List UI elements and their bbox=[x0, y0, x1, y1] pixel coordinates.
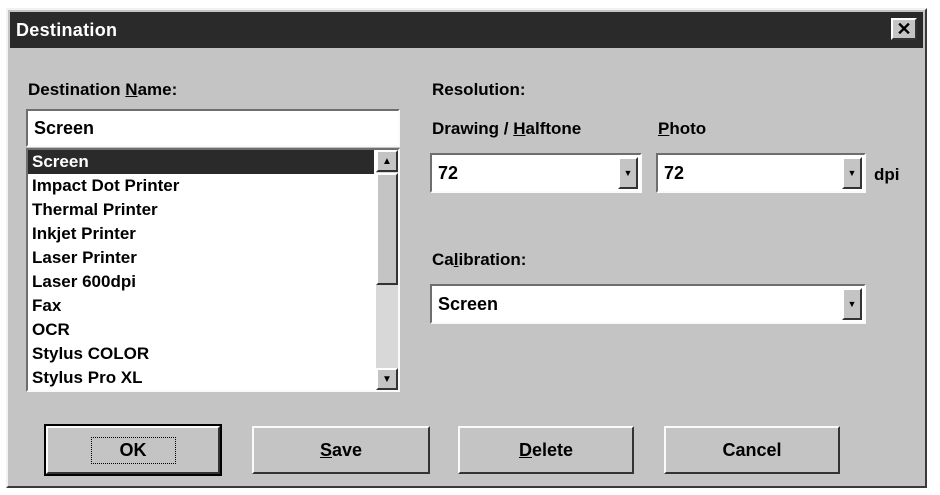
list-item[interactable]: Screen bbox=[28, 150, 374, 174]
list-item[interactable]: Stylus Pro XL bbox=[28, 366, 398, 390]
photo-label-accel: P bbox=[658, 119, 670, 138]
destination-name-input[interactable]: Screen bbox=[26, 109, 400, 147]
delete-button[interactable]: Delete bbox=[458, 426, 634, 474]
chevron-down-icon: ▼ bbox=[847, 168, 857, 178]
destination-list: Screen Impact Dot Printer Thermal Printer I… bbox=[28, 150, 398, 390]
chevron-down-icon: ▼ bbox=[623, 168, 633, 178]
destination-name-label-post: ame: bbox=[137, 80, 178, 99]
drawing-dropdown-button[interactable]: ▼ bbox=[618, 157, 638, 189]
destination-dialog: Destination ✕ Destination Name: Screen S… bbox=[6, 8, 927, 488]
delete-button-label: Delete bbox=[519, 440, 573, 461]
photo-dropdown-button[interactable]: ▼ bbox=[842, 157, 862, 189]
calibration-label-post: ibration: bbox=[458, 250, 527, 269]
drawing-resolution-value: 72 bbox=[438, 163, 459, 183]
drawing-halftone-label: Drawing / Halftone bbox=[432, 119, 581, 139]
photo-label-post: hoto bbox=[669, 119, 707, 138]
arrow-up-icon: ▲ bbox=[382, 155, 392, 167]
photo-resolution-select[interactable]: 72 ▼ bbox=[656, 153, 866, 193]
delete-label-post: elete bbox=[531, 439, 574, 460]
chevron-down-icon: ▼ bbox=[847, 299, 857, 309]
window-title: Destination bbox=[16, 20, 118, 40]
scroll-thumb[interactable] bbox=[376, 173, 398, 285]
dpi-unit-label: dpi bbox=[874, 165, 900, 184]
close-button[interactable]: ✕ bbox=[891, 18, 917, 40]
resolution-label: Resolution: bbox=[432, 80, 526, 99]
calibration-dropdown-button[interactable]: ▼ bbox=[842, 288, 862, 320]
calibration-label-pre: Ca bbox=[432, 250, 454, 269]
list-item[interactable]: Stylus COLOR bbox=[28, 342, 398, 366]
save-label-post: ave bbox=[331, 439, 363, 460]
list-item[interactable]: Impact Dot Printer bbox=[28, 174, 398, 198]
drawing-label-accel: H bbox=[513, 119, 526, 138]
arrow-down-icon: ▼ bbox=[382, 373, 392, 385]
save-button-label: Save bbox=[320, 440, 362, 461]
delete-accel: D bbox=[518, 439, 532, 460]
photo-label: Photo bbox=[658, 119, 706, 139]
ok-button[interactable]: OK bbox=[44, 424, 222, 476]
destination-name-value: Screen bbox=[34, 118, 95, 138]
drawing-label-pre: Drawing / bbox=[432, 119, 514, 138]
calibration-select[interactable]: Screen ▼ bbox=[430, 284, 866, 324]
ok-button-label: OK bbox=[90, 436, 176, 464]
list-item[interactable]: Laser Printer bbox=[28, 246, 398, 270]
calibration-value: Screen bbox=[438, 294, 499, 314]
list-item[interactable]: OCR bbox=[28, 318, 398, 342]
title-bar: Destination ✕ bbox=[10, 12, 923, 48]
drawing-label-post: alftone bbox=[525, 119, 582, 138]
cancel-button[interactable]: Cancel bbox=[664, 426, 840, 474]
list-scrollbar[interactable]: ▲ ▼ bbox=[376, 150, 398, 390]
close-icon: ✕ bbox=[896, 19, 912, 39]
photo-resolution-value: 72 bbox=[664, 163, 685, 183]
list-item[interactable]: Thermal Printer bbox=[28, 198, 398, 222]
scroll-down-button[interactable]: ▼ bbox=[376, 368, 398, 390]
calibration-label: Calibration: bbox=[432, 250, 526, 270]
save-accel: S bbox=[319, 439, 332, 460]
drawing-resolution-select[interactable]: 72 ▼ bbox=[430, 153, 642, 193]
save-button[interactable]: Save bbox=[252, 426, 430, 474]
list-item[interactable]: Laser 600dpi bbox=[28, 270, 398, 294]
scroll-up-button[interactable]: ▲ bbox=[376, 150, 398, 172]
destination-name-label: Destination Name: bbox=[28, 80, 177, 100]
destination-name-label-accel: N bbox=[125, 80, 138, 99]
list-item[interactable]: Inkjet Printer bbox=[28, 222, 398, 246]
destination-listbox[interactable]: Screen Impact Dot Printer Thermal Printer I… bbox=[26, 148, 400, 392]
cancel-button-label: Cancel bbox=[722, 439, 782, 460]
destination-name-label-pre: Destination bbox=[28, 80, 126, 99]
list-item[interactable]: Fax bbox=[28, 294, 398, 318]
